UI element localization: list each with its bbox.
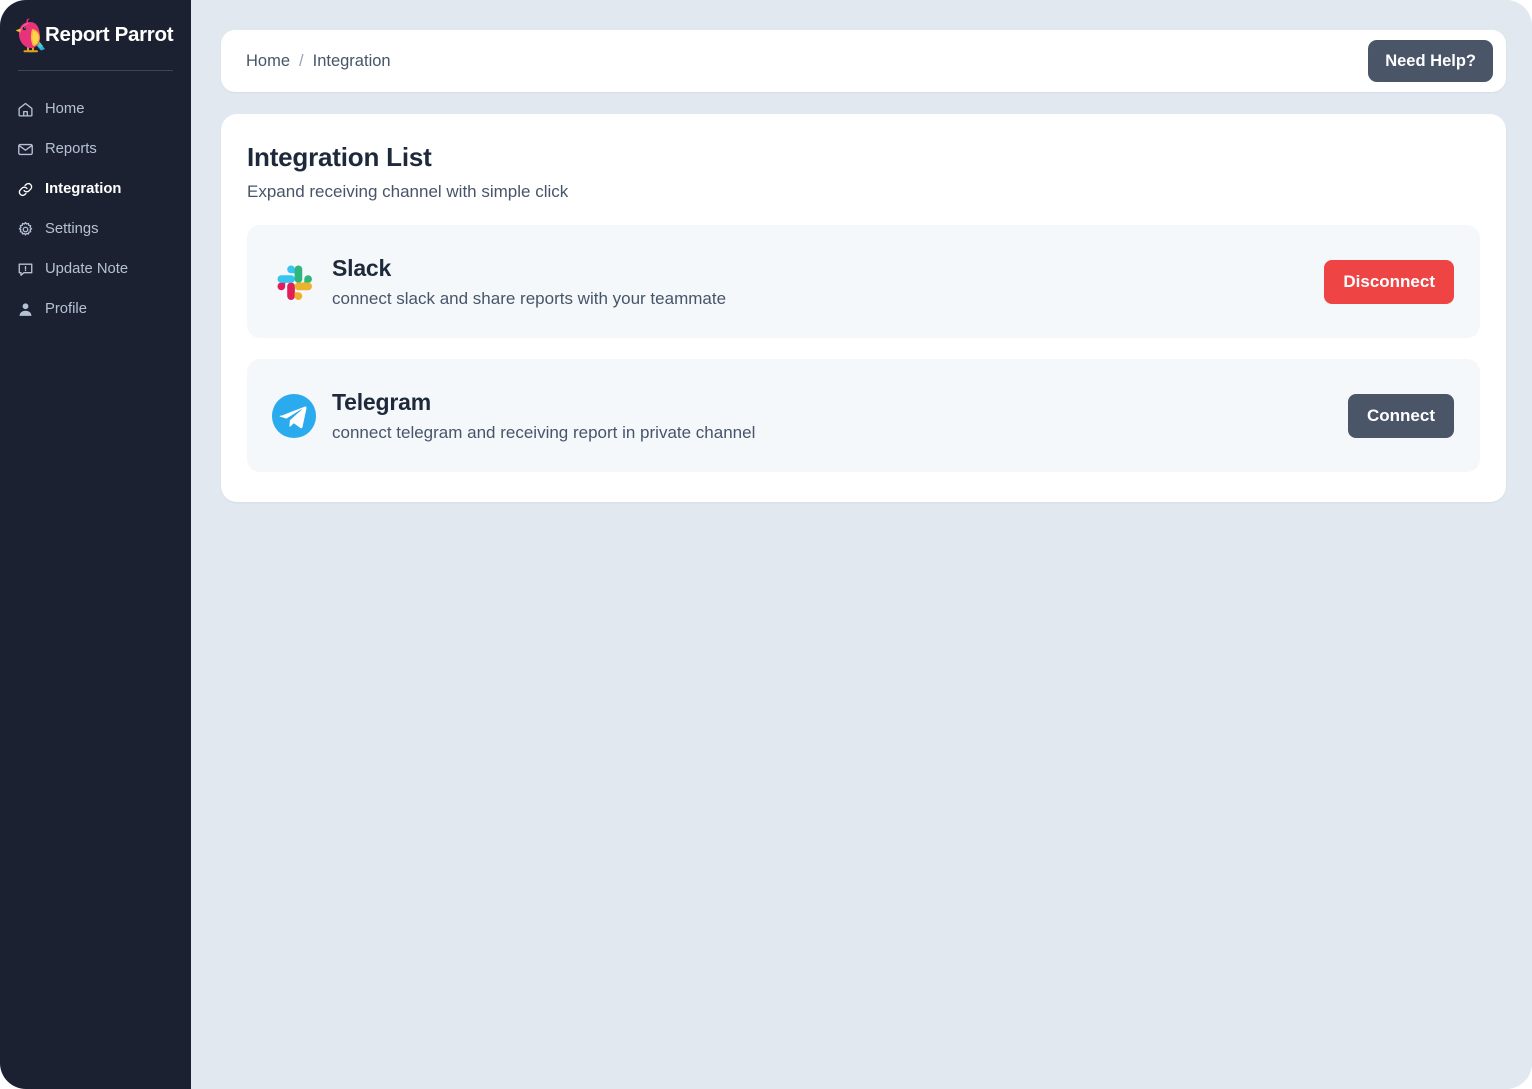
sidebar-item-reports[interactable]: Reports [0,129,191,169]
main-content: Home / Integration Need Help? Integratio… [191,0,1532,1089]
page-title: Integration List [247,142,432,172]
integration-name: Telegram [332,388,431,415]
sidebar-item-home[interactable]: Home [0,89,191,129]
integration-row-slack: Slack connect slack and share reports wi… [247,225,1480,338]
sidebar-item-profile[interactable]: Profile [0,289,191,329]
integration-action: Connect [1348,393,1454,438]
sidebar-item-label: Profile [45,301,87,317]
sidebar-item-label: Integration [45,181,122,197]
sidebar-item-update-note[interactable]: Update Note [0,249,191,289]
breadcrumb-home[interactable]: Home [246,52,290,71]
message-alert-icon [17,261,34,278]
integration-description: connect telegram and receiving report in… [332,422,756,442]
integration-row-telegram: Telegram connect telegram and receiving … [247,359,1480,472]
gear-icon [17,221,34,238]
mail-icon [17,141,34,158]
sidebar-item-label: Settings [45,221,99,237]
integration-action: Disconnect [1324,259,1454,304]
sidebar-item-label: Reports [45,141,97,157]
integration-text: Telegram connect telegram and receiving … [332,389,1348,443]
link-icon [17,181,34,198]
sidebar-item-integration[interactable]: Integration [0,169,191,209]
home-icon [17,101,34,118]
brand-name: Report Parrot [45,23,174,46]
parrot-logo-icon [14,17,48,55]
app-window: Report Parrot Home Reports Integration S… [0,0,1532,1089]
breadcrumb-separator: / [299,51,304,70]
sidebar-item-label: Home [45,101,85,117]
sidebar-item-settings[interactable]: Settings [0,209,191,249]
sidebar-item-label: Update Note [45,261,129,277]
connect-button[interactable]: Connect [1348,393,1454,438]
telegram-logo-icon [270,392,317,439]
integration-name: Slack [332,254,392,281]
integration-description: connect slack and share reports with you… [332,288,727,308]
breadcrumb-current[interactable]: Integration [313,52,391,71]
user-icon [17,301,34,318]
sidebar: Report Parrot Home Reports Integration S… [0,0,191,1089]
integration-panel: Integration List Expand receiving channe… [221,114,1506,502]
slack-logo-icon [270,258,317,305]
integration-list: Slack connect slack and share reports wi… [247,225,1480,472]
need-help-button[interactable]: Need Help? [1368,40,1493,82]
brand[interactable]: Report Parrot [0,0,191,54]
sidebar-divider [18,70,173,71]
integration-text: Slack connect slack and share reports wi… [332,255,1324,309]
page-subtitle: Expand receiving channel with simple cli… [247,182,569,201]
breadcrumb: Home / Integration [246,52,391,71]
sidebar-nav: Home Reports Integration Settings Update… [0,89,191,329]
topbar: Home / Integration Need Help? [221,30,1506,92]
disconnect-button[interactable]: Disconnect [1324,259,1454,304]
